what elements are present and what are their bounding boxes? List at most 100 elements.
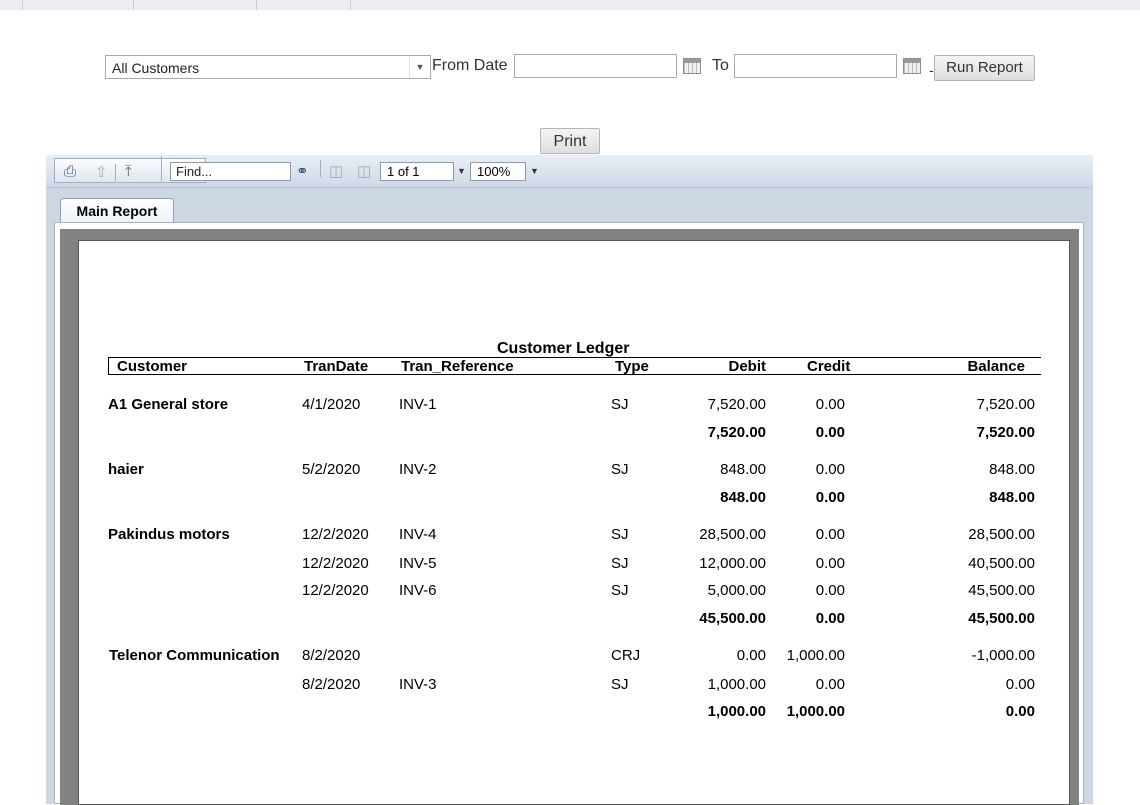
customer-name: haier [108, 461, 144, 478]
cell-type: SJ [611, 555, 629, 572]
cell-balance: 45,500.00 [968, 582, 1035, 599]
cell-credit: 0.00 [815, 396, 845, 413]
zoom-select[interactable]: 100% [470, 162, 526, 181]
total-credit: 1,000.00 [786, 703, 845, 720]
tab-main-report[interactable]: Main Report [60, 198, 174, 223]
strip-separator [256, 0, 257, 10]
strip-separator [350, 0, 351, 10]
cell-balance: 0.00 [1005, 676, 1035, 693]
chevron-down-icon[interactable]: ▼ [530, 166, 539, 176]
page-shadow: Customer Ledger Customer TranDate Tran_R… [60, 229, 1079, 805]
column-header-type: Type [615, 358, 649, 375]
cell-trandate: 8/2/2020 [302, 676, 361, 693]
total-balance: 45,500.00 [968, 610, 1035, 627]
cell-debit: 7,520.00 [707, 396, 766, 413]
column-header-trandate: TranDate [304, 358, 369, 375]
column-header-balance: Balance [967, 358, 1025, 375]
cell-trandate: 8/2/2020 [302, 647, 361, 664]
report-viewer: ⎙ ⇧ ⤒ Find... ⚭ ◫ ◫ 1 of 1 ▼ 100% ▼ Main… [46, 155, 1093, 805]
report-page: Customer Ledger Customer TranDate Tran_R… [78, 240, 1070, 805]
previous-page-icon[interactable]: ◫ [329, 162, 343, 180]
to-date-label: To [712, 57, 729, 74]
total-credit: 0.00 [815, 610, 845, 627]
up-arrow-icon[interactable]: ⇧ [95, 163, 108, 181]
cell-credit: 0.00 [815, 461, 845, 478]
column-header-credit: Credit [807, 358, 851, 375]
cell-trandate: 5/2/2020 [302, 461, 361, 478]
header-bottom-line [108, 374, 1041, 375]
cell-tran-reference: INV-5 [399, 555, 437, 572]
cell-type: SJ [611, 396, 629, 413]
calendar-icon[interactable] [683, 58, 701, 74]
page-number-input[interactable]: 1 of 1 [380, 162, 454, 181]
cell-type: SJ [611, 526, 629, 543]
cell-balance: 28,500.00 [968, 526, 1035, 543]
cell-type: SJ [611, 676, 629, 693]
viewer-toolbar: ⎙ ⇧ ⤒ Find... ⚭ ◫ ◫ 1 of 1 ▼ 100% ▼ [46, 155, 1093, 188]
strip-separator [133, 0, 134, 10]
strip-separator [22, 0, 23, 10]
total-balance: 7,520.00 [976, 424, 1035, 441]
toolbar-separator [320, 160, 321, 177]
total-balance: 848.00 [989, 489, 1035, 506]
header-left-border [108, 357, 109, 375]
column-header-tran-reference: Tran_Reference [401, 358, 514, 375]
total-credit: 0.00 [815, 489, 845, 506]
total-debit: 45,500.00 [699, 610, 766, 627]
toolbar-separator [115, 164, 116, 181]
cell-balance: 7,520.00 [976, 396, 1035, 413]
report-tab-strip: Main Report [46, 188, 1093, 223]
total-balance: 0.00 [1005, 703, 1035, 720]
customer-name: Telenor Communication [109, 647, 280, 664]
from-date-input[interactable] [514, 54, 677, 78]
cell-debit: 848.00 [720, 461, 766, 478]
cell-credit: 0.00 [815, 676, 845, 693]
cell-tran-reference: INV-2 [399, 461, 437, 478]
to-date-input[interactable] [734, 54, 897, 78]
cell-trandate: 4/1/2020 [302, 396, 361, 413]
cell-trandate: 12/2/2020 [302, 526, 369, 543]
cell-balance: 40,500.00 [968, 555, 1035, 572]
cell-credit: 0.00 [815, 555, 845, 572]
customer-select[interactable]: All Customers ▼ [105, 55, 431, 79]
chevron-down-icon[interactable]: ▼ [457, 166, 466, 176]
cell-credit: 1,000.00 [786, 647, 845, 664]
cell-balance: -1,000.00 [971, 647, 1035, 664]
cell-type: SJ [611, 582, 629, 599]
cell-debit: 12,000.00 [699, 555, 766, 572]
toolbar-separator [161, 156, 162, 181]
print-button[interactable]: Print [540, 128, 600, 154]
cell-tran-reference: INV-3 [399, 676, 437, 693]
separator-dash: - [929, 62, 934, 78]
column-header-customer: Customer [117, 358, 188, 375]
cell-debit: 5,000.00 [707, 582, 766, 599]
cell-credit: 0.00 [815, 526, 845, 543]
cell-debit: 28,500.00 [699, 526, 766, 543]
cell-trandate: 12/2/2020 [302, 582, 369, 599]
next-page-icon[interactable]: ◫ [357, 162, 371, 180]
cell-trandate: 12/2/2020 [302, 555, 369, 572]
chevron-down-icon[interactable]: ▼ [409, 56, 430, 78]
column-header-debit: Debit [728, 358, 767, 375]
binoculars-icon[interactable]: ⚭ [296, 162, 309, 180]
from-date-label: From Date [432, 57, 508, 74]
export-icon[interactable]: ⤒ [125, 163, 132, 180]
customer-select-value: All Customers [112, 60, 200, 76]
total-debit: 848.00 [720, 489, 766, 506]
total-credit: 0.00 [815, 424, 845, 441]
total-debit: 7,520.00 [707, 424, 766, 441]
total-debit: 1,000.00 [707, 703, 766, 720]
cell-type: CRJ [611, 647, 641, 664]
cell-balance: 848.00 [989, 461, 1035, 478]
customer-name: A1 General store [108, 396, 229, 413]
cell-type: SJ [611, 461, 629, 478]
calendar-icon[interactable] [903, 58, 921, 74]
cell-debit: 0.00 [736, 647, 766, 664]
run-report-button[interactable]: Run Report [934, 55, 1035, 81]
printer-icon[interactable]: ⎙ [64, 163, 76, 180]
find-input[interactable]: Find... [170, 162, 291, 181]
cell-credit: 0.00 [815, 582, 845, 599]
cell-tran-reference: INV-4 [399, 526, 437, 543]
cell-debit: 1,000.00 [707, 676, 766, 693]
header-top-line [108, 357, 1041, 358]
